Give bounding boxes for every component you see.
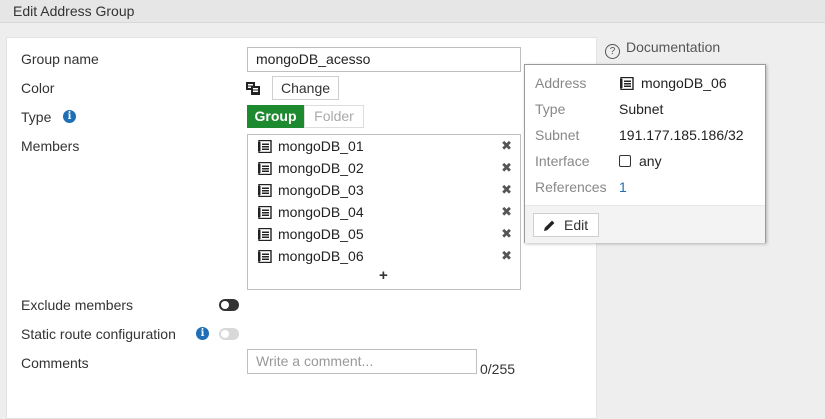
comments-counter: 0/255 bbox=[480, 361, 516, 377]
exclude-members-label: Exclude members bbox=[21, 297, 134, 313]
comments-label: Comments bbox=[21, 355, 89, 371]
tooltip-interface-value: any bbox=[619, 153, 662, 169]
color-label: Color bbox=[21, 80, 55, 96]
exclude-members-toggle[interactable] bbox=[219, 299, 239, 311]
member-name: mongoDB_01 bbox=[278, 138, 364, 154]
address-icon bbox=[620, 77, 634, 90]
group-name-input[interactable]: mongoDB_acesso bbox=[247, 47, 521, 72]
interface-icon bbox=[619, 155, 631, 167]
remove-member-icon[interactable]: ✖ bbox=[501, 226, 512, 242]
member-item[interactable]: mongoDB_05 ✖ bbox=[258, 225, 516, 245]
address-icon bbox=[258, 162, 272, 175]
static-route-info-icon[interactable]: i bbox=[196, 327, 209, 340]
type-label: Type bbox=[21, 109, 52, 125]
member-name: mongoDB_06 bbox=[278, 248, 364, 264]
interface-name: any bbox=[639, 153, 662, 169]
toggle-knob bbox=[221, 301, 229, 309]
type-group-option[interactable]: Group bbox=[247, 105, 304, 128]
tooltip-subnet-value: 191.177.185.186/32 bbox=[619, 127, 744, 143]
edit-address-button[interactable]: Edit bbox=[533, 213, 599, 237]
tooltip-footer: Edit bbox=[525, 205, 765, 243]
tooltip-references-link[interactable]: 1 bbox=[619, 179, 627, 195]
edit-label: Edit bbox=[564, 217, 589, 233]
static-route-label: Static route configuration bbox=[21, 326, 176, 342]
member-name: mongoDB_04 bbox=[278, 204, 364, 220]
remove-member-icon[interactable]: ✖ bbox=[501, 160, 512, 176]
pencil-icon bbox=[544, 220, 555, 231]
member-item[interactable]: mongoDB_06 ✖ bbox=[258, 247, 516, 267]
member-name: mongoDB_05 bbox=[278, 226, 364, 242]
address-icon bbox=[258, 206, 272, 219]
remove-member-icon[interactable]: ✖ bbox=[501, 204, 512, 220]
member-item[interactable]: mongoDB_04 ✖ bbox=[258, 203, 516, 223]
comments-textarea[interactable]: Write a comment... bbox=[247, 349, 477, 374]
add-member-button[interactable]: + bbox=[379, 267, 388, 284]
tooltip-references-label: References bbox=[535, 179, 607, 195]
address-icon bbox=[258, 184, 272, 197]
dialog-title: Edit Address Group bbox=[0, 0, 825, 23]
group-name-label: Group name bbox=[21, 51, 99, 67]
remove-member-icon[interactable]: ✖ bbox=[501, 248, 512, 264]
remove-member-icon[interactable]: ✖ bbox=[501, 182, 512, 198]
remove-member-icon[interactable]: ✖ bbox=[501, 138, 512, 154]
type-info-icon[interactable]: i bbox=[63, 110, 76, 123]
member-name: mongoDB_02 bbox=[278, 160, 364, 176]
change-color-button[interactable]: Change bbox=[272, 76, 339, 100]
tooltip-type-label: Type bbox=[535, 101, 566, 117]
member-item[interactable]: mongoDB_01 ✖ bbox=[258, 137, 516, 157]
address-icon bbox=[258, 140, 272, 153]
help-icon: ? bbox=[605, 44, 620, 59]
documentation-label: Documentation bbox=[626, 39, 721, 55]
tooltip-subnet-label: Subnet bbox=[535, 127, 580, 143]
tooltip-address-label: Address bbox=[535, 75, 587, 91]
members-list: mongoDB_01 ✖ mongoDB_02 ✖ mongoDB_03 ✖ m… bbox=[247, 134, 521, 290]
member-name: mongoDB_03 bbox=[278, 182, 364, 198]
static-route-toggle[interactable] bbox=[219, 328, 239, 340]
toggle-knob bbox=[221, 330, 229, 338]
address-icon bbox=[258, 250, 272, 263]
member-item[interactable]: mongoDB_02 ✖ bbox=[258, 159, 516, 179]
address-details-popup: Address mongoDB_06 Type Subnet Subnet 19… bbox=[524, 64, 766, 243]
tooltip-interface-label: Interface bbox=[535, 153, 590, 169]
members-label: Members bbox=[21, 138, 80, 154]
edit-address-group-form: Group name mongoDB_acesso Color Change T… bbox=[6, 37, 597, 419]
member-item[interactable]: mongoDB_03 ✖ bbox=[258, 181, 516, 201]
tooltip-address-value: mongoDB_06 bbox=[641, 75, 727, 91]
address-icon bbox=[258, 228, 272, 241]
documentation-link[interactable]: ? Documentation bbox=[605, 39, 720, 59]
color-swatch-icon bbox=[246, 82, 260, 95]
tooltip-type-value: Subnet bbox=[619, 101, 664, 117]
type-folder-option[interactable]: Folder bbox=[304, 105, 364, 128]
